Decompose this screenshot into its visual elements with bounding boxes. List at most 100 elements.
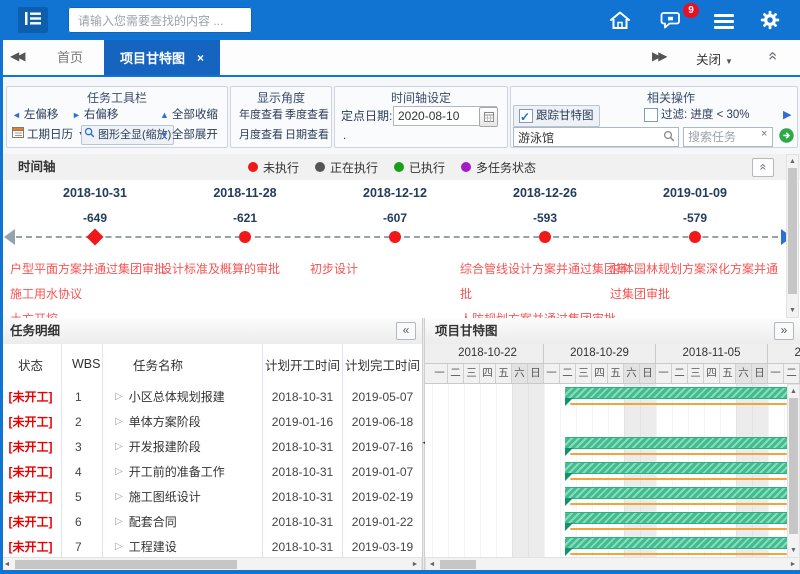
milestone-marker-circle[interactable]: [389, 231, 401, 243]
expander-icon[interactable]: ▷: [115, 516, 123, 527]
right-shift-button[interactable]: ► 右偏移: [72, 106, 118, 124]
year-view-button[interactable]: 年度查看: [239, 106, 283, 124]
status-badge[interactable]: [未开工]: [9, 388, 53, 405]
milestone-marker-circle[interactable]: [239, 231, 251, 243]
window-left-accent: [0, 40, 3, 574]
checkbox-unchecked-icon[interactable]: [644, 108, 658, 122]
expander-icon[interactable]: ▷: [115, 541, 123, 552]
milestone-date: 2018-10-31: [10, 186, 180, 201]
table-row[interactable]: [未开工] 2 ▷单体方案阶段 2019-01-16 2019-06-18: [0, 409, 422, 435]
task-name[interactable]: 工程建设: [129, 538, 177, 555]
gantt-hscrollbar[interactable]: ◄ ►: [425, 557, 800, 571]
collapse-all-button[interactable]: ▲ 全部收缩: [160, 106, 218, 124]
gantt-vscrollbar[interactable]: ▲ ▼: [787, 384, 800, 558]
status-badge[interactable]: [未开工]: [9, 463, 53, 480]
tab-close-icon[interactable]: ×: [197, 51, 204, 65]
green-dot-icon: [394, 162, 404, 172]
scroll-down-icon[interactable]: ▼: [788, 545, 799, 556]
milestone-marker-diamond[interactable]: [87, 229, 104, 246]
gantt-row: [432, 384, 787, 409]
scrollbar-thumb[interactable]: [789, 398, 798, 534]
expander-icon[interactable]: ▷: [115, 441, 123, 452]
status-badge[interactable]: [未开工]: [9, 438, 53, 455]
messages-icon[interactable]: [660, 9, 684, 31]
axis-left-arrow-icon[interactable]: [4, 229, 15, 245]
sidebar-toggle-button[interactable]: [18, 7, 48, 33]
search-icon[interactable]: [663, 130, 675, 145]
baseline-bar: [570, 403, 787, 405]
calendar-icon: [12, 126, 24, 144]
go-button[interactable]: [779, 128, 794, 146]
status-badge[interactable]: [未开工]: [9, 488, 53, 505]
timeline-scrollbar[interactable]: ▲ ▼: [786, 154, 799, 318]
gantt-bar[interactable]: [565, 437, 787, 449]
milestone-5-labels: 总体园林规划方案深化方案并通过集团审批: [610, 257, 780, 307]
scroll-down-icon[interactable]: ▼: [787, 305, 798, 316]
gantt-bar[interactable]: [565, 487, 787, 499]
search-task-input[interactable]: [683, 127, 773, 147]
collapse-ribbon-icon[interactable]: «: [763, 52, 781, 61]
panel-collapse-icon[interactable]: «: [396, 322, 416, 340]
chevron-down-icon: ▼: [725, 57, 733, 66]
gantt-bar[interactable]: [565, 387, 787, 399]
panel-expand-icon[interactable]: »: [774, 322, 794, 340]
expander-icon[interactable]: ▷: [115, 391, 123, 402]
right-arrow-icon: ►: [72, 106, 81, 124]
scrollbar-thumb[interactable]: [15, 560, 237, 569]
table-row[interactable]: [未开工] 5 ▷施工图纸设计 2018-10-31 2019-02-19: [0, 484, 422, 510]
status-badge[interactable]: [未开工]: [9, 513, 53, 530]
group-task-toolbar-title: 任务工具栏: [7, 89, 227, 106]
table-row[interactable]: [未开工] 4 ▷开工前的准备工作 2018-10-31 2019-01-07: [0, 459, 422, 485]
gantt-bar[interactable]: [565, 512, 787, 524]
table-row[interactable]: [未开工] 6 ▷配套合同 2018-10-31 2019-01-22: [0, 509, 422, 535]
timeline-collapse-button[interactable]: «: [752, 158, 774, 177]
menu-icon[interactable]: [714, 11, 738, 33]
tab-home[interactable]: 首页: [36, 40, 104, 75]
gantt-bar[interactable]: [565, 462, 787, 474]
task-name[interactable]: 小区总体规划报建: [129, 388, 225, 405]
expander-icon[interactable]: ▷: [115, 416, 123, 427]
task-name[interactable]: 单体方案阶段: [129, 413, 201, 430]
scroll-up-icon[interactable]: ▲: [788, 386, 799, 397]
tabs-scroll-left-icon[interactable]: ◀◀: [10, 49, 22, 63]
close-dropdown[interactable]: 关闭▼: [696, 49, 733, 68]
task-name[interactable]: 施工图纸设计: [129, 488, 201, 505]
left-shift-button[interactable]: ◄ 左偏移: [12, 106, 58, 124]
filter-progress-checkbox[interactable]: 过滤: 进度 < 30%: [644, 106, 750, 124]
play-filter-icon[interactable]: ▶: [783, 106, 791, 124]
task-name[interactable]: 开工前的准备工作: [129, 463, 225, 480]
scrollbar-thumb[interactable]: [788, 168, 797, 294]
global-search-input[interactable]: [76, 9, 250, 33]
schedule-calendar-button[interactable]: 工期日历 ▼: [12, 126, 85, 144]
expander-icon[interactable]: ▷: [115, 491, 123, 502]
checkbox-checked-icon[interactable]: [519, 109, 533, 123]
date-picker-button[interactable]: [479, 107, 498, 127]
task-panel-hscrollbar[interactable]: ◄ ►: [0, 557, 422, 571]
day-view-button[interactable]: 日期查看: [285, 126, 329, 144]
fixed-date-label: 定点日期:: [341, 107, 392, 125]
expand-all-button[interactable]: ▼ 全部展开: [160, 126, 218, 144]
status-badge[interactable]: [未开工]: [9, 538, 53, 555]
month-view-button[interactable]: 月度查看: [239, 126, 283, 144]
keyword-input[interactable]: [513, 127, 679, 147]
clear-icon[interactable]: ×: [761, 128, 767, 140]
task-name[interactable]: 开发报建阶段: [129, 438, 201, 455]
milestone-marker-circle[interactable]: [539, 231, 551, 243]
up-arrow-icon: ▲: [160, 106, 169, 124]
table-row[interactable]: [未开工] 1 ▷小区总体规划报建 2018-10-31 2019-05-07: [0, 384, 422, 410]
expander-icon[interactable]: ▷: [115, 466, 123, 477]
track-gantt-checkbox[interactable]: 跟踪甘特图: [513, 105, 600, 127]
table-row[interactable]: [未开工] 3 ▷开发报建阶段 2018-10-31 2019-07-16: [0, 434, 422, 460]
gantt-bar[interactable]: [565, 537, 787, 549]
scroll-up-icon[interactable]: ▲: [787, 156, 798, 167]
status-badge[interactable]: [未开工]: [9, 413, 53, 430]
collapse-all-label: 全部收缩: [172, 106, 218, 124]
home-icon[interactable]: [608, 9, 632, 31]
scrollbar-thumb[interactable]: [440, 560, 476, 569]
settings-gear-icon[interactable]: [758, 9, 782, 31]
tabs-scroll-right-icon[interactable]: ▶▶: [652, 49, 664, 63]
quarter-view-button[interactable]: 季度查看: [285, 106, 329, 124]
tab-project-gantt[interactable]: 项目甘特图 ×: [104, 40, 220, 75]
milestone-marker-circle[interactable]: [689, 231, 701, 243]
task-name[interactable]: 配套合同: [129, 513, 177, 530]
